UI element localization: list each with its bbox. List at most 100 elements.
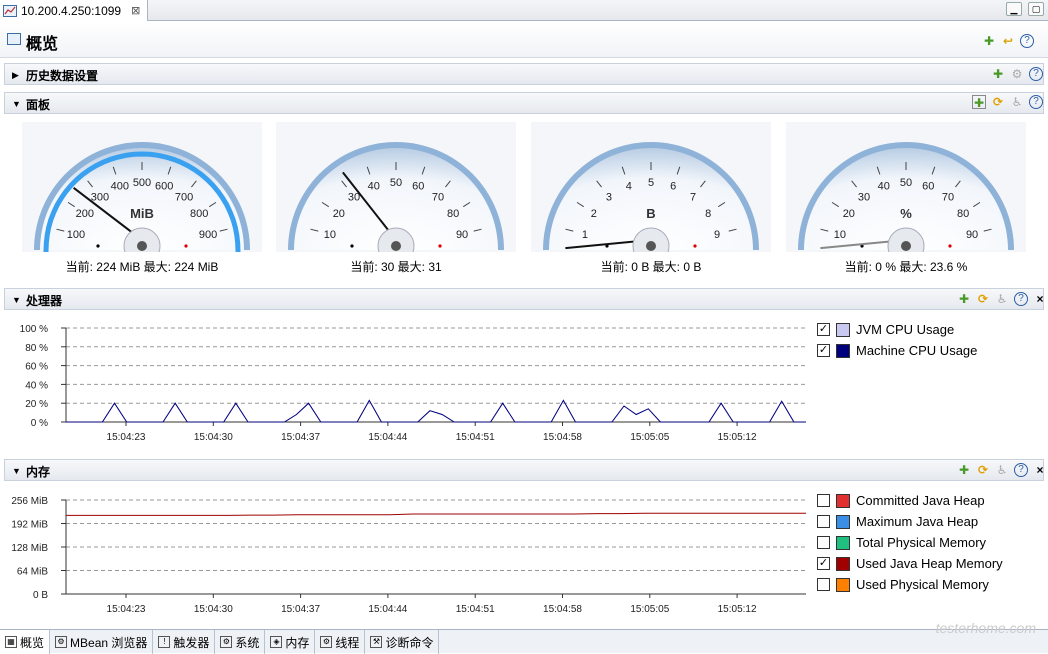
processor-section-title: 处理器: [26, 294, 63, 308]
help-icon[interactable]: ?: [1029, 95, 1043, 109]
gauge-tick-label: 90: [456, 229, 468, 241]
gauge-marker: [96, 244, 100, 248]
editor-tab[interactable]: 10.200.4.250:1099 ⊠: [0, 0, 148, 21]
add-icon[interactable]: ✚: [991, 67, 1005, 81]
page-title: 概览: [26, 36, 59, 53]
legend-checkbox[interactable]: [817, 578, 830, 591]
refresh-icon[interactable]: ⟳: [976, 463, 990, 477]
gauge-tick-label: 60: [922, 181, 934, 193]
gauge-tick-label: 70: [942, 192, 954, 204]
history-toolbar: ✚ ⚙ ?: [991, 67, 1043, 81]
help-icon[interactable]: ?: [1020, 34, 1034, 48]
accessibility-icon: ♿: [996, 292, 1008, 306]
legend-item[interactable]: ✓ Used Java Heap Memory: [817, 553, 1003, 574]
add-icon[interactable]: ✚: [972, 95, 986, 110]
dashboard-section-header[interactable]: ▼ 面板: [4, 92, 1044, 114]
legend-item[interactable]: Maximum Java Heap: [817, 511, 1003, 532]
legend-checkbox[interactable]: [817, 494, 830, 507]
help-icon[interactable]: ?: [1014, 463, 1028, 477]
processor-section-header[interactable]: ▼ 处理器: [4, 288, 1044, 310]
add-icon[interactable]: ✚: [957, 463, 971, 477]
gauge-tick-label: 60: [412, 181, 424, 193]
gauge-tick-label: 30: [858, 192, 870, 204]
close-icon[interactable]: ⊠: [131, 4, 140, 17]
close-icon[interactable]: ×: [1033, 463, 1047, 477]
legend-item[interactable]: Used Physical Memory: [817, 574, 1003, 595]
legend-label: Total Physical Memory: [856, 535, 987, 550]
gauge-tick-label: 70: [432, 192, 444, 204]
legend-item[interactable]: Committed Java Heap: [817, 490, 1003, 511]
legend-swatch: [836, 343, 850, 358]
gauge-max-marker: [438, 244, 442, 248]
minimize-icon[interactable]: ▁: [1006, 2, 1022, 16]
collapse-icon[interactable]: ▼: [12, 295, 21, 305]
memory-section-header[interactable]: ▼ 内存: [4, 459, 1044, 481]
gauge-tick-label: 10: [324, 229, 336, 241]
legend-item[interactable]: ✓ Machine CPU Usage: [817, 340, 977, 361]
gauge-dial: 0 100 200 300400 500 600700 800 900 1000 MiB: [22, 122, 262, 252]
gauge-readout: 当前: 0 B 最大: 0 B: [600, 260, 702, 274]
accessibility-icon: ♿: [996, 463, 1008, 477]
legend-checkbox[interactable]: ✓: [817, 344, 830, 357]
gauge-tick-label: 80: [957, 208, 969, 220]
gauge-tick-label: 10: [713, 251, 725, 252]
bottom-tab-label: MBean 浏览器: [70, 635, 148, 650]
add-icon[interactable]: ✚: [982, 34, 996, 48]
add-icon[interactable]: ✚: [957, 292, 971, 306]
gauge-tick-label: 7: [690, 192, 696, 204]
legend-checkbox[interactable]: [817, 515, 830, 528]
x-tick-label: 15:04:51: [456, 432, 495, 443]
legend-item[interactable]: Total Physical Memory: [817, 532, 1003, 553]
refresh-icon[interactable]: ⟳: [976, 292, 990, 306]
gauge-tick-label: 500: [133, 177, 151, 189]
y-tick-label: 192 MiB: [11, 520, 48, 531]
gauge-unit: B: [646, 206, 655, 221]
memory-legend: Committed Java Heap Maximum Java Heap Tota…: [817, 490, 1003, 595]
legend-checkbox[interactable]: [817, 536, 830, 549]
reset-icon[interactable]: ↩: [1001, 34, 1015, 48]
gauge-tick-label: 20: [843, 208, 855, 220]
collapse-icon[interactable]: ▼: [12, 99, 21, 109]
legend-checkbox[interactable]: ✓: [817, 323, 830, 336]
bottom-tab-label: 线程: [335, 635, 360, 650]
expand-icon[interactable]: ▶: [12, 70, 19, 81]
legend-item[interactable]: ✓ JVM CPU Usage: [817, 319, 977, 340]
x-tick-label: 15:04:58: [543, 432, 582, 443]
help-icon[interactable]: ?: [1014, 292, 1028, 306]
bottom-tab-bar: ▦ 概览 ⚙ MBean 浏览器! 触发器 ⚙ 系统 ◈ 内存 ⚙ 线程 ⚒ 诊断命令: [0, 629, 1048, 654]
watermark: testerhome.com: [935, 620, 1036, 636]
series-line: [66, 512, 806, 516]
bottom-tab[interactable]: ⚙ 线程: [315, 630, 366, 654]
bottom-tab[interactable]: ⚒ 诊断命令: [365, 630, 440, 654]
bottom-tab-label: 系统: [235, 635, 260, 650]
editor-tab-bar: 10.200.4.250:1099 ⊠ ▁ ▢: [0, 0, 1048, 21]
y-tick-label: 64 MiB: [17, 567, 48, 578]
help-icon[interactable]: ?: [1029, 67, 1043, 81]
bottom-tab-label: 概览: [20, 635, 45, 650]
gauge-tick-label: 1000: [197, 251, 221, 252]
editor-tab-label: 10.200.4.250:1099: [21, 3, 122, 18]
bottom-tab[interactable]: ⚙ MBean 浏览器: [50, 630, 154, 654]
gauge-hub-center: [391, 241, 401, 251]
cpu-legend: ✓ JVM CPU Usage ✓ Machine CPU Usage: [817, 319, 977, 361]
bottom-tab[interactable]: ⚙ 系统: [215, 630, 266, 654]
gauge-tick-label: 700: [175, 192, 193, 204]
close-icon[interactable]: ×: [1033, 292, 1047, 306]
x-tick-label: 15:05:12: [718, 432, 757, 443]
memory-section-title: 内存: [26, 465, 51, 479]
bottom-tab[interactable]: ! 触发器: [153, 630, 216, 654]
gauge-tick-label: 1: [582, 229, 588, 241]
bottom-tab[interactable]: ◈ 内存: [265, 630, 316, 654]
gauge-tick-label: 10: [834, 229, 846, 241]
collapse-icon[interactable]: ▼: [12, 466, 21, 476]
memory-icon: ◈: [270, 636, 283, 648]
legend-checkbox[interactable]: ✓: [817, 557, 830, 570]
x-tick-label: 15:04:30: [194, 604, 233, 615]
maximize-icon[interactable]: ▢: [1028, 2, 1044, 16]
memory-toolbar: ✚ ⟳ ♿ ? ×: [957, 463, 1047, 477]
bottom-tab[interactable]: ▦ 概览: [0, 630, 51, 654]
overview-icon: ▦: [5, 636, 17, 648]
gauge-marker: [350, 244, 354, 248]
history-section-header[interactable]: ▶ 历史数据设置: [4, 63, 1044, 85]
refresh-icon[interactable]: ⟳: [991, 95, 1005, 109]
